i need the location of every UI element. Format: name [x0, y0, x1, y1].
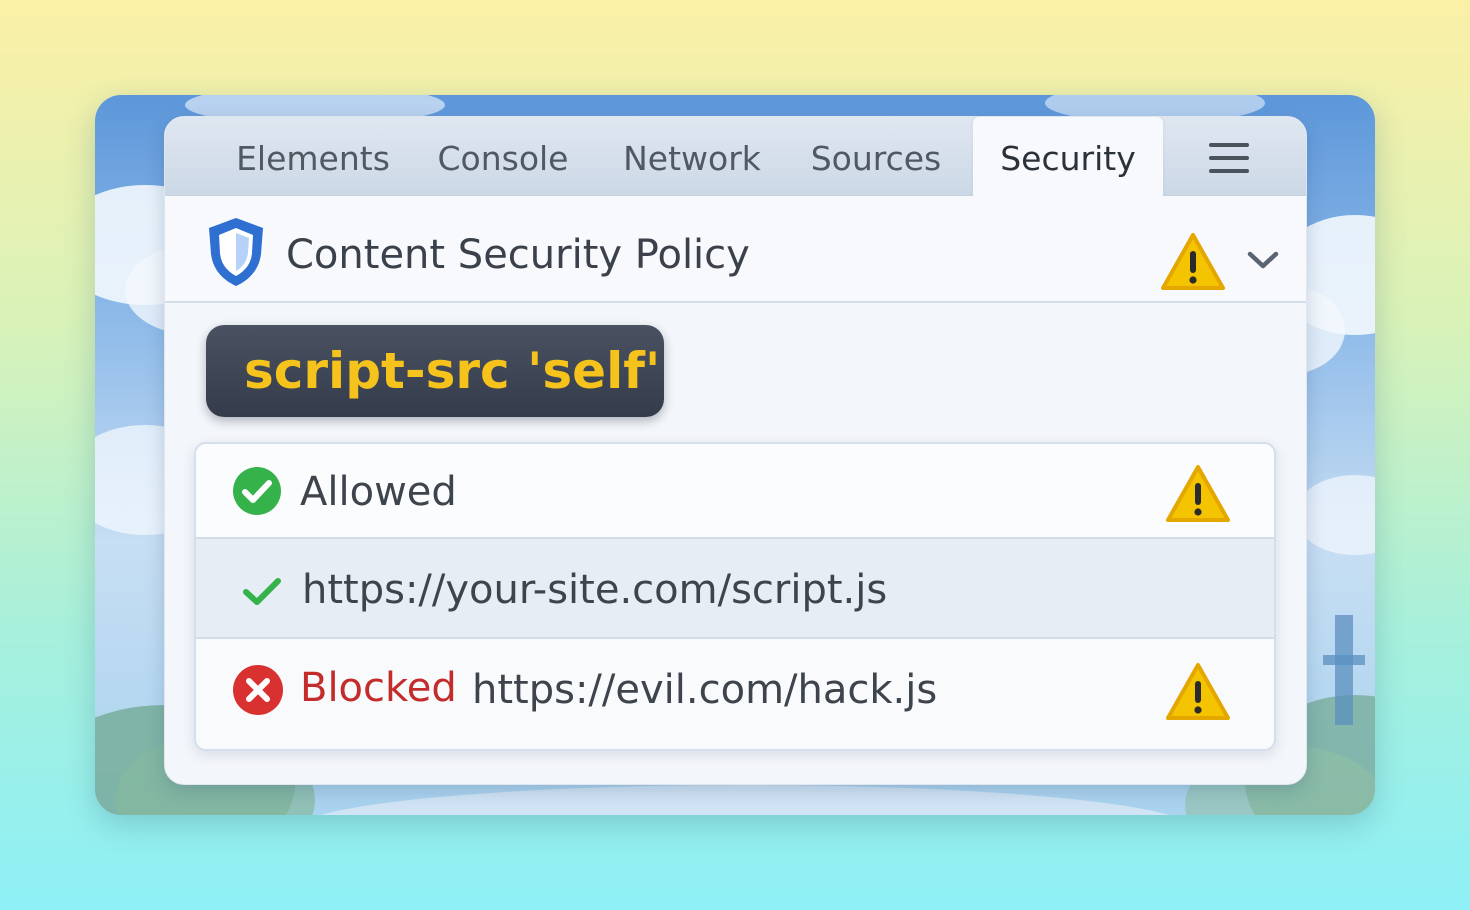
devtools-panel: Elements Console Network Sources Securit…: [164, 116, 1307, 785]
tab-console[interactable]: Console: [429, 117, 577, 195]
warning-icon: [1166, 663, 1230, 720]
section-title: Content Security Policy: [286, 232, 750, 278]
list-item-allowed-url[interactable]: https://your-site.com/script.js: [196, 539, 1274, 639]
warning-icon: [1161, 233, 1225, 290]
blocked-label: Blocked: [300, 665, 457, 711]
blocked-url: https://evil.com/hack.js: [472, 667, 938, 713]
allowed-label: Allowed: [300, 469, 457, 515]
error-circle-icon: [233, 665, 283, 715]
check-icon: [243, 578, 281, 605]
tab-elements[interactable]: Elements: [215, 117, 411, 195]
csp-section-header[interactable]: Content Security Policy: [165, 196, 1306, 303]
csp-results-list: Allowed https://your-site.com/script.js …: [194, 442, 1276, 751]
chevron-down-icon[interactable]: [1245, 248, 1281, 272]
tab-security[interactable]: Security: [973, 117, 1163, 196]
list-item-allowed[interactable]: Allowed: [196, 444, 1274, 539]
check-circle-icon: [233, 467, 281, 515]
tab-sources[interactable]: Sources: [795, 117, 957, 195]
hamburger-menu-icon[interactable]: [1207, 143, 1251, 173]
shield-icon: [209, 218, 263, 286]
directive-badge: script-src 'self': [206, 325, 664, 417]
warning-icon: [1166, 465, 1230, 522]
list-item-blocked[interactable]: Blocked https://evil.com/hack.js: [196, 639, 1274, 749]
tab-network[interactable]: Network: [609, 117, 775, 195]
allowed-url: https://your-site.com/script.js: [302, 567, 888, 613]
devtools-tab-bar: Elements Console Network Sources Securit…: [165, 117, 1306, 196]
